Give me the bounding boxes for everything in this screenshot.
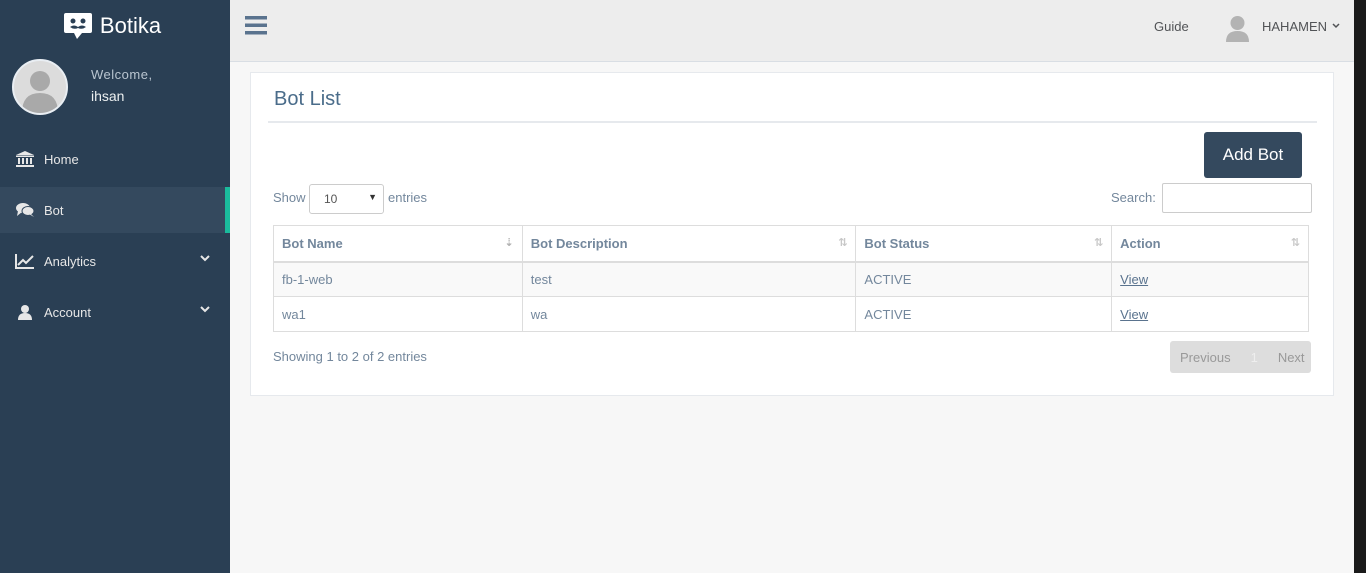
sort-icon: ⇅ <box>838 237 848 249</box>
sidebar: Botika Welcome, ihsan Home Bot Analytics… <box>0 0 230 573</box>
sidebar-item-bot[interactable]: Bot <box>0 187 230 233</box>
table-info: Showing 1 to 2 of 2 entries <box>273 349 427 364</box>
column-header-label: Bot Description <box>530 235 628 251</box>
table-header-row: Bot Name ⇣ Bot Description ⇅ Bot Status … <box>273 225 1309 263</box>
sidebar-item-label: Home <box>44 151 79 167</box>
botika-logo-icon <box>63 13 92 39</box>
divider <box>268 121 1317 123</box>
bot-table: Bot Name ⇣ Bot Description ⇅ Bot Status … <box>273 225 1309 332</box>
previous-button[interactable]: Previous <box>1180 350 1231 365</box>
top-navigation: Guide HAHAMEN <box>230 0 1354 62</box>
sort-icon: ⇅ <box>1290 237 1300 249</box>
sidebar-item-label: Analytics <box>44 253 97 269</box>
entries-label: entries <box>388 190 428 205</box>
brand[interactable]: Botika <box>0 0 230 52</box>
cell-bot-name: fb-1-web <box>273 261 523 297</box>
table-row: wa1 wa ACTIVE View <box>273 296 1309 332</box>
bank-icon <box>15 150 35 168</box>
entries-per-page-select[interactable]: 10 ▼ <box>309 184 384 214</box>
sidebar-item-label: Account <box>44 304 91 320</box>
chevron-down-icon <box>200 306 210 313</box>
bot-list-panel: Bot List Add Bot Show 10 ▼ entries Searc… <box>250 72 1334 396</box>
cell-action: View <box>1111 296 1309 332</box>
brand-name: Botika <box>99 13 162 38</box>
welcome-text: Welcome, <box>91 67 153 82</box>
page-number-button[interactable]: 1 <box>1251 350 1258 365</box>
view-link[interactable]: View <box>1120 307 1148 322</box>
sort-asc-icon: ⇣ <box>504 237 514 249</box>
sort-icon: ⇅ <box>1093 237 1104 249</box>
search-input[interactable] <box>1162 183 1312 213</box>
pagination: Previous 1 Next <box>1170 341 1311 373</box>
chevron-down-icon <box>200 255 210 262</box>
search-label: Search: <box>1111 190 1156 205</box>
page-title: Bot List <box>274 88 341 110</box>
user-icon <box>15 303 35 321</box>
entries-per-page-value: 10 <box>324 192 338 206</box>
cell-bot-status: ACTIVE <box>855 296 1113 332</box>
column-header-bot-status[interactable]: Bot Status ⇅ <box>855 225 1113 263</box>
cell-action: View <box>1111 261 1309 297</box>
side-menu: Home Bot Analytics Account <box>0 136 230 340</box>
cell-bot-name: wa1 <box>273 296 523 332</box>
user-silhouette-icon <box>22 71 58 113</box>
column-header-action[interactable]: Action ⇅ <box>1111 225 1309 263</box>
sidebar-item-account[interactable]: Account <box>0 289 230 335</box>
column-header-bot-description[interactable]: Bot Description ⇅ <box>521 225 857 263</box>
guide-link[interactable]: Guide <box>1154 19 1189 34</box>
hamburger-menu-icon[interactable] <box>245 15 267 35</box>
chevron-down-icon[interactable] <box>1332 23 1340 29</box>
cell-bot-status: ACTIVE <box>855 261 1113 297</box>
show-label: Show <box>273 190 306 205</box>
profile-username: ihsan <box>91 88 125 104</box>
cell-bot-description: test <box>521 261 857 297</box>
user-avatar-icon[interactable] <box>1225 14 1250 42</box>
column-header-label: Bot Status <box>864 235 930 251</box>
sidebar-item-analytics[interactable]: Analytics <box>0 238 230 284</box>
line-chart-icon <box>15 252 35 270</box>
column-header-label: Bot Name <box>282 235 343 251</box>
column-header-bot-name[interactable]: Bot Name ⇣ <box>273 225 523 263</box>
cell-bot-description: wa <box>521 296 857 332</box>
profile-picture <box>12 59 68 115</box>
user-menu-name[interactable]: HAHAMEN <box>1262 19 1327 34</box>
view-link[interactable]: View <box>1120 272 1148 287</box>
next-button[interactable]: Next <box>1278 350 1305 365</box>
table-row: fb-1-web test ACTIVE View <box>273 261 1309 297</box>
column-header-label: Action <box>1120 235 1161 251</box>
comments-icon <box>15 201 35 219</box>
scrollbar[interactable] <box>1354 0 1366 573</box>
avatar <box>12 59 68 115</box>
add-bot-button[interactable]: Add Bot <box>1204 132 1302 178</box>
sidebar-item-label: Bot <box>44 202 64 218</box>
caret-down-icon: ▼ <box>368 192 377 202</box>
sidebar-item-home[interactable]: Home <box>0 136 230 182</box>
